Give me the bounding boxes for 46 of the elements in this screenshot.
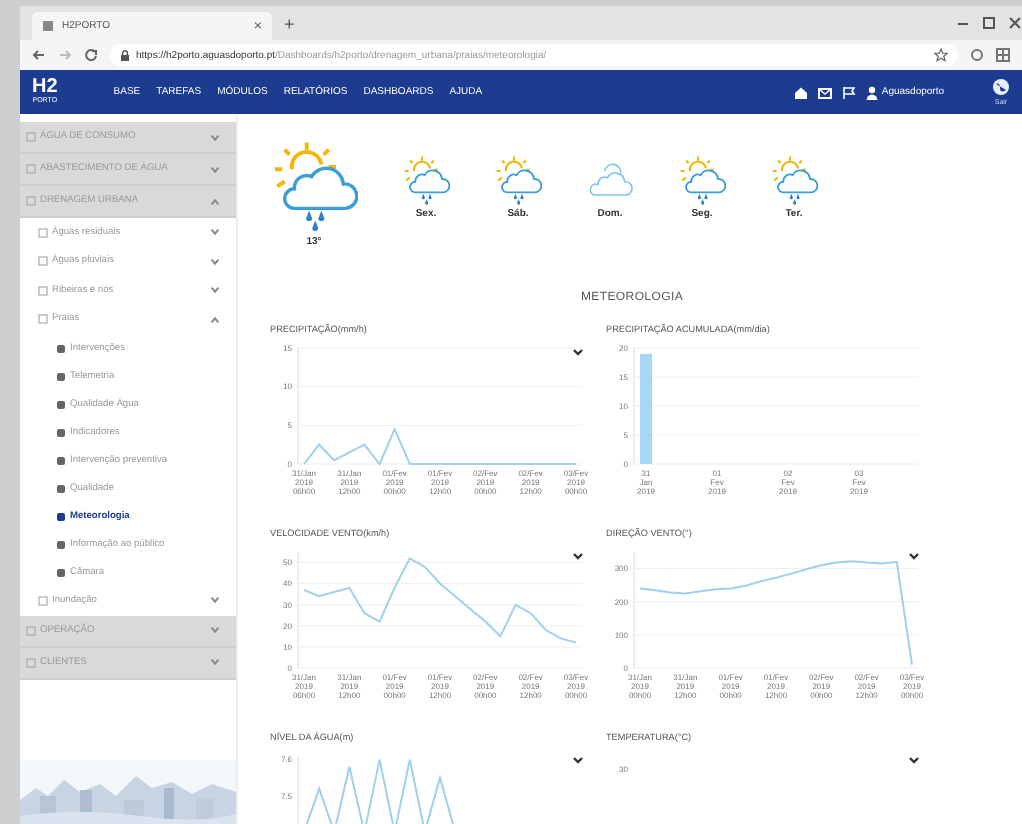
- maximize-icon[interactable]: [982, 16, 996, 30]
- flag-icon[interactable]: [841, 85, 856, 99]
- sun-cloud-rain-icon: [494, 154, 542, 207]
- logo-text: H2: [32, 78, 58, 99]
- user-icon: [865, 85, 878, 99]
- circle-icon[interactable]: [970, 48, 984, 62]
- back-arrow-icon[interactable]: [32, 48, 46, 62]
- square-icon: [38, 256, 48, 267]
- square-icon: [38, 227, 48, 238]
- square-icon: [38, 595, 48, 606]
- bullet-icon: [56, 483, 66, 493]
- chevron-icon[interactable]: [573, 553, 583, 561]
- data-bar: [640, 354, 652, 465]
- chevron-icon[interactable]: [573, 757, 583, 765]
- bullet-icon: [56, 511, 66, 521]
- sun-cloud-rain-icon: [770, 154, 818, 207]
- square-icon: [26, 625, 36, 635]
- star-icon[interactable]: [934, 48, 948, 62]
- square-icon: [38, 285, 48, 296]
- bullet-icon: [56, 343, 66, 353]
- chevron-icon[interactable]: [573, 349, 583, 357]
- chevron-icon[interactable]: [909, 553, 919, 561]
- page-icon: [42, 20, 54, 32]
- square-icon: [26, 196, 36, 206]
- sun-cloud-rain-icon: [402, 154, 450, 207]
- square-icon: [26, 164, 36, 174]
- bullet-icon: [56, 371, 66, 381]
- sun-cloud-rain-icon: [270, 138, 358, 235]
- square-icon: [26, 132, 36, 142]
- lock-icon: [120, 49, 130, 61]
- bullet-icon: [56, 567, 66, 577]
- new-tab-button[interactable]: +: [284, 13, 295, 33]
- sun-cloud-rain-icon: [678, 154, 726, 207]
- bullet-icon: [56, 455, 66, 465]
- mail-icon[interactable]: [817, 85, 832, 99]
- grid-icon[interactable]: [996, 48, 1010, 62]
- bullet-icon: [56, 399, 66, 409]
- home-icon[interactable]: [793, 85, 808, 99]
- close-icon[interactable]: [1008, 16, 1022, 30]
- square-icon: [26, 657, 36, 667]
- square-icon: [38, 314, 48, 325]
- bullet-icon: [56, 539, 66, 549]
- chevron-icon[interactable]: [909, 757, 919, 765]
- globe-icon[interactable]: [992, 78, 1010, 96]
- bullet-icon: [56, 427, 66, 437]
- reload-icon[interactable]: [84, 48, 98, 62]
